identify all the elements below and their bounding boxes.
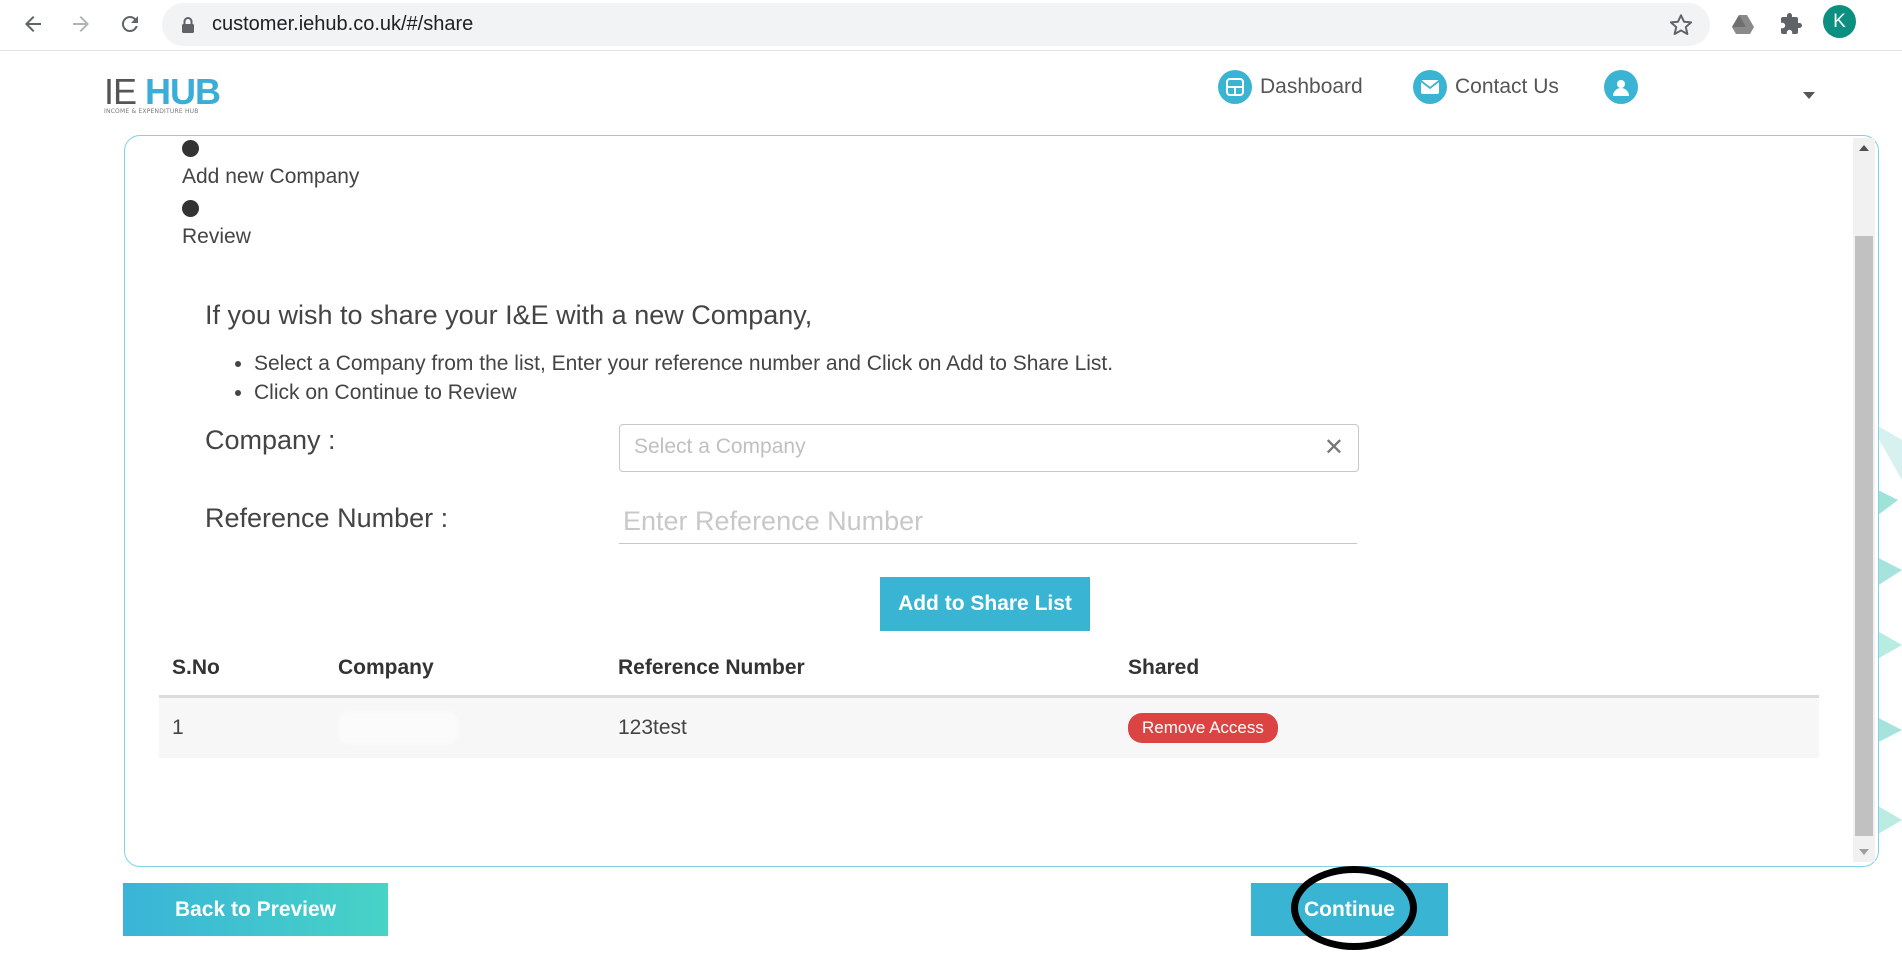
forward-arrow-icon[interactable] <box>66 9 96 39</box>
extensions-puzzle-icon[interactable] <box>1776 9 1806 39</box>
drive-icon[interactable] <box>1728 9 1758 39</box>
table-row: 1 123test Remove Access <box>159 696 1819 758</box>
bookmark-star-icon[interactable] <box>1668 12 1694 38</box>
user-menu[interactable] <box>1604 70 1646 104</box>
profile-avatar[interactable]: K <box>1823 5 1856 38</box>
remove-access-button[interactable]: Remove Access <box>1128 713 1278 743</box>
back-arrow-icon[interactable] <box>18 9 48 39</box>
url-text: customer.iehub.co.uk/#/share <box>212 13 474 35</box>
back-to-preview-button[interactable]: Back to Preview <box>123 883 388 936</box>
logo-hub: HUB <box>145 71 221 112</box>
nav-dashboard[interactable]: Dashboard <box>1218 70 1363 104</box>
lock-icon <box>182 17 194 33</box>
reference-label: Reference Number : <box>205 503 449 533</box>
instruction-list: Select a Company from the list, Enter yo… <box>232 349 1113 407</box>
browser-toolbar: customer.iehub.co.uk/#/share K <box>0 0 1902 51</box>
redacted-company-name <box>338 712 458 744</box>
column-header-company: Company <box>325 641 605 698</box>
share-panel: Add new Company Review If you wish to sh… <box>124 135 1879 867</box>
cell-sno: 1 <box>159 696 325 758</box>
table-header-row: S.No Company Reference Number Shared <box>159 641 1819 698</box>
chevron-down-icon[interactable] <box>1803 92 1815 99</box>
instruction-item: Click on Continue to Review <box>254 378 1113 407</box>
share-table: S.No Company Reference Number Shared 1 1… <box>159 641 1819 758</box>
logo-ie: IE <box>104 71 137 112</box>
add-to-share-list-button[interactable]: Add to Share List <box>880 577 1090 631</box>
scroll-down-arrow-icon[interactable] <box>1859 849 1869 855</box>
reload-icon[interactable] <box>115 9 145 39</box>
scroll-up-arrow-icon[interactable] <box>1859 145 1869 151</box>
panel-scrollbar[interactable] <box>1853 138 1875 862</box>
user-avatar-icon <box>1604 70 1638 104</box>
nav-contact-us[interactable]: Contact Us <box>1413 70 1559 104</box>
mail-icon <box>1413 70 1447 104</box>
step-dot-add <box>182 140 199 157</box>
nav-dashboard-label: Dashboard <box>1260 75 1363 98</box>
nav-contact-label: Contact Us <box>1455 75 1559 98</box>
cell-shared: Remove Access <box>1115 696 1819 758</box>
step-dot-review <box>182 200 199 217</box>
continue-button[interactable]: Continue <box>1251 883 1448 936</box>
column-header-sno: S.No <box>159 641 325 698</box>
column-header-reference: Reference Number <box>605 641 1115 698</box>
intro-text: If you wish to share your I&E with a new… <box>205 300 813 330</box>
company-select-placeholder: Select a Company <box>634 435 806 458</box>
step-label-review: Review <box>182 225 251 248</box>
reference-number-input[interactable] <box>619 500 1357 544</box>
address-bar[interactable]: customer.iehub.co.uk/#/share <box>162 3 1710 46</box>
dashboard-icon <box>1218 70 1252 104</box>
company-select[interactable]: Select a Company ✕ <box>619 424 1359 472</box>
instruction-item: Select a Company from the list, Enter yo… <box>254 349 1113 378</box>
scroll-thumb[interactable] <box>1855 236 1873 836</box>
column-header-shared: Shared <box>1115 641 1819 698</box>
clear-icon[interactable]: ✕ <box>1324 433 1344 462</box>
company-label: Company : <box>205 425 336 455</box>
step-label-add: Add new Company <box>182 165 360 188</box>
cell-company <box>325 696 605 758</box>
cell-reference: 123test <box>605 696 1115 758</box>
iehub-logo[interactable]: IE HUB INCOME & EXPENDITURE HUB <box>104 71 221 116</box>
